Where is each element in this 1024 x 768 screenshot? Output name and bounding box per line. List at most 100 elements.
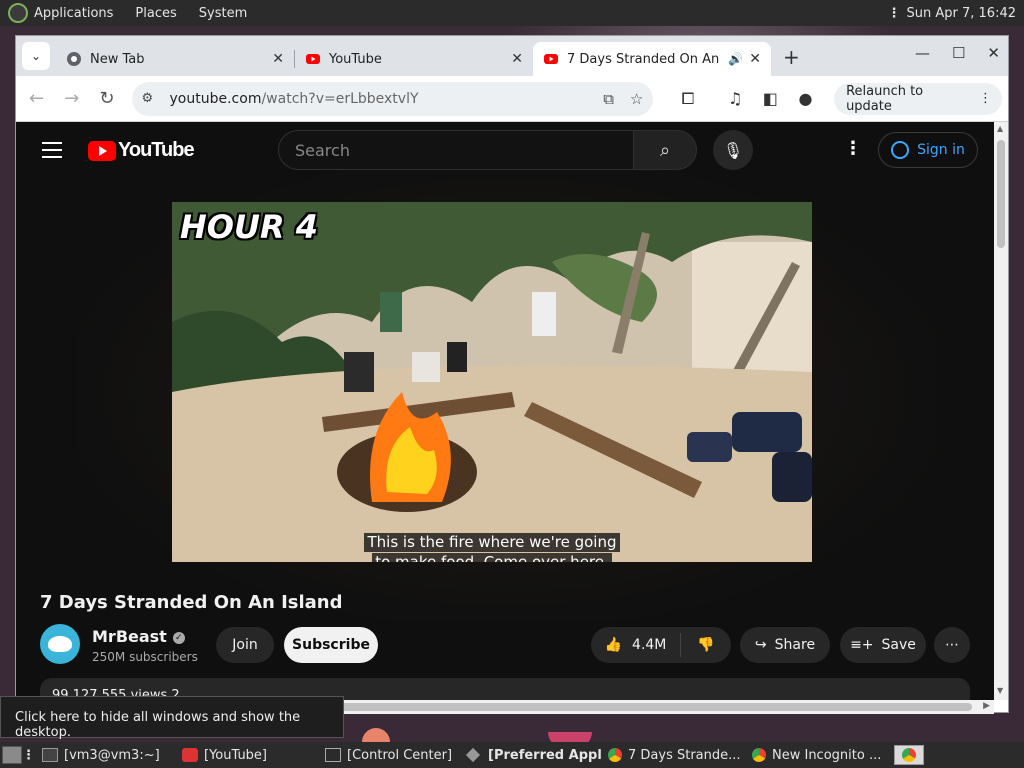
share-button[interactable]: ↪ Share (740, 627, 830, 663)
video-overlay-text: HOUR 4 (180, 208, 319, 246)
tab-youtube[interactable]: YouTube ✕ (295, 42, 533, 76)
extensions-icon[interactable]: ⧠ (673, 84, 702, 114)
bottom-taskbar: ⋮ [vm3@vm3:~] [YouTube] [Control Center]… (0, 742, 1024, 768)
verified-icon: ✓ (172, 631, 185, 644)
video-player[interactable]: HOUR 4 This is the fire where we're goin… (172, 202, 812, 562)
profile-icon[interactable]: ● (791, 84, 820, 114)
search-icon: ⌕ (659, 139, 671, 161)
side-panel-icon[interactable]: ◧ (756, 84, 785, 114)
taskbar-handle-icon[interactable]: ⋮ (22, 748, 35, 763)
close-icon[interactable]: ✕ (272, 51, 284, 67)
youtube-icon (182, 748, 198, 762)
channel-name[interactable]: MrBeast ✓ (92, 627, 185, 646)
search-button[interactable]: ⌕ (633, 130, 697, 170)
reload-button[interactable]: ↻ (92, 84, 121, 114)
taskbar-item-control-center[interactable]: [Control Center] (319, 742, 462, 768)
taskbar-item-preferred-apps[interactable]: [Preferred Appl... (462, 742, 602, 768)
menu-system[interactable]: System (199, 6, 247, 21)
scroll-up-icon[interactable]: ▲ (997, 124, 1003, 133)
channel-avatar[interactable] (40, 624, 80, 664)
scroll-down-icon[interactable]: ▼ (997, 686, 1003, 695)
tab-search-button[interactable]: ⌄ (22, 42, 50, 70)
close-icon[interactable]: ✕ (749, 51, 761, 67)
preferences-icon (465, 747, 481, 763)
youtube-header: YouTube Search ⌕ 🎙 ⋮ Sign in (16, 122, 994, 178)
tab-new-tab[interactable]: New Tab ✕ (56, 42, 294, 76)
subscriber-count: 250M subscribers (92, 650, 198, 664)
sign-in-button[interactable]: Sign in (878, 132, 978, 168)
clock[interactable]: Sun Apr 7, 16:42 (907, 6, 1016, 21)
open-in-app-icon[interactable]: ⧉ (603, 90, 614, 108)
more-menu-icon[interactable]: ⋮ (979, 91, 992, 106)
tab-video-active[interactable]: 7 Days Stranded On An Isl 🔊 ✕ (533, 42, 771, 76)
media-controls-icon[interactable]: ♫ (721, 84, 750, 114)
show-desktop-button[interactable] (2, 746, 22, 764)
relaunch-button[interactable]: Relaunch to update ⋮ (834, 82, 1002, 115)
youtube-icon (544, 54, 558, 64)
more-horizontal-icon: ⋯ (945, 637, 959, 653)
settings-more-icon[interactable]: ⋮ (844, 138, 862, 159)
save-button[interactable]: ≡+ Save (840, 627, 926, 663)
scrollbar-thumb[interactable] (997, 140, 1005, 248)
menu-places[interactable]: Places (135, 6, 176, 21)
maximize-icon[interactable]: ☐ (952, 44, 965, 62)
share-icon: ↪ (754, 637, 767, 653)
more-actions-button[interactable]: ⋯ (934, 627, 970, 663)
taskbar-item-chrome-incognito[interactable]: New Incognito ... (746, 742, 886, 768)
video-frame (172, 202, 812, 562)
search-input[interactable]: Search (278, 130, 634, 170)
youtube-page: YouTube Search ⌕ 🎙 ⋮ Sign in HOUR 4 This… (16, 122, 994, 700)
chrome-icon (67, 52, 81, 66)
tab-title: 7 Days Stranded On An Isl (567, 51, 725, 67)
join-button[interactable]: Join (216, 627, 274, 663)
like-dislike-group: 👍 4.4M 👎 (591, 627, 731, 663)
window-controls: — ☐ ✕ (915, 44, 1000, 62)
new-tab-button[interactable]: + (783, 45, 800, 69)
chrome-icon (902, 748, 916, 762)
vertical-scrollbar[interactable]: ▲ ▼ (994, 122, 1008, 700)
microphone-icon: 🎙 (722, 140, 744, 160)
speaker-icon[interactable]: 🔊 (728, 52, 743, 66)
youtube-play-icon (88, 140, 116, 161)
distro-logo-icon[interactable] (8, 3, 28, 23)
taskbar-item-terminal[interactable]: [vm3@vm3:~] (36, 742, 176, 768)
address-bar[interactable]: ⚙ youtube.com/watch?v=erLbbextvlY ⧉ ☆ (131, 81, 654, 116)
tab-strip: ⌄ New Tab ✕ YouTube ✕ 7 Days Stranded On… (16, 36, 1008, 76)
forward-button[interactable]: → (57, 84, 86, 114)
close-window-icon[interactable]: ✕ (987, 44, 1000, 62)
tab-title: New Tab (90, 51, 145, 67)
site-info-icon[interactable]: ⚙ (142, 91, 160, 106)
bookmark-star-icon[interactable]: ☆ (630, 90, 643, 108)
chrome-icon (752, 748, 766, 762)
tab-title: YouTube (329, 51, 382, 67)
taskbar-chrome-launcher[interactable] (894, 745, 924, 765)
playlist-add-icon: ≡+ (850, 637, 874, 653)
taskbar-item-chrome-video[interactable]: 7 Days Strande... (602, 742, 746, 768)
top-panel: Applications Places System ⋮ Sun Apr 7, … (0, 0, 1024, 26)
youtube-logo[interactable]: YouTube (88, 139, 195, 162)
video-title: 7 Days Stranded On An Island (40, 592, 343, 613)
minimize-icon[interactable]: — (915, 44, 930, 62)
like-count: 4.4M (632, 637, 667, 653)
video-caption: This is the fire where we're going to ma… (172, 532, 812, 562)
voice-search-button[interactable]: 🎙 (713, 130, 753, 170)
subscribe-button[interactable]: Subscribe (284, 627, 378, 663)
panel-handle-icon[interactable]: ⋮ (888, 6, 901, 21)
chevron-down-icon: ⌄ (30, 49, 42, 63)
like-button[interactable]: 👍 4.4M (591, 633, 681, 657)
menu-applications[interactable]: Applications (34, 6, 113, 21)
dislike-button[interactable]: 👎 (681, 637, 731, 653)
url-text[interactable]: youtube.com/watch?v=erLbbextvlY (170, 91, 588, 107)
show-desktop-tooltip: Click here to hide all windows and show … (0, 696, 344, 740)
control-center-icon (325, 748, 341, 762)
terminal-icon (42, 748, 58, 762)
youtube-icon (306, 54, 320, 64)
hamburger-menu-icon[interactable] (42, 142, 62, 163)
back-button[interactable]: ← (22, 84, 51, 114)
close-icon[interactable]: ✕ (511, 51, 523, 67)
toolbar: ← → ↻ ⚙ youtube.com/watch?v=erLbbextvlY … (16, 76, 1008, 122)
taskbar-item-youtube[interactable]: [YouTube] (176, 742, 319, 768)
thumbs-down-icon: 👎 (697, 637, 715, 653)
chrome-icon (608, 748, 622, 762)
scroll-right-icon[interactable]: ▶ (983, 701, 990, 711)
